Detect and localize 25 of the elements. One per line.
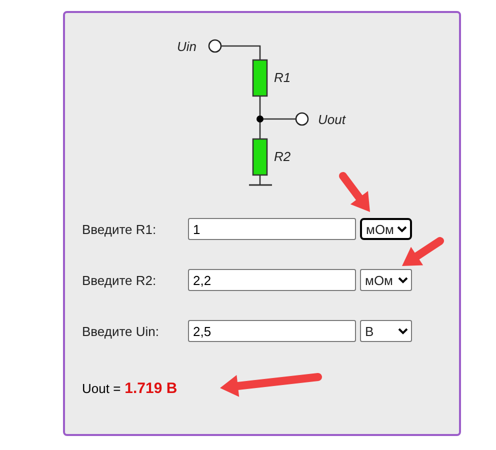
schematic-label: R2 — [274, 149, 291, 164]
input-field[interactable]: 2,2 — [188, 269, 356, 291]
annotation-arrow — [402, 237, 444, 266]
resistor — [252, 59, 268, 97]
schematic-label: Uin — [177, 39, 197, 54]
unit-select[interactable]: мОм — [360, 269, 412, 291]
field-label: Введите Uin: — [82, 324, 160, 338]
schematic-label: R1 — [274, 70, 291, 85]
field-label: Введите R1: — [82, 222, 158, 236]
junction-dot — [256, 116, 264, 122]
chevron-down-icon — [398, 276, 408, 284]
field-label: Введите R2: — [82, 272, 158, 288]
unit-select[interactable]: мОм — [360, 218, 412, 240]
result-label: Uout = — [82, 381, 121, 396]
input-field[interactable]: 2,5 — [188, 320, 356, 342]
annotation-arrow — [339, 172, 370, 212]
input-field[interactable]: 1 — [188, 218, 356, 240]
output-terminal — [295, 112, 309, 126]
resistor — [252, 138, 268, 176]
unit-select[interactable]: В — [360, 320, 412, 342]
result-value: 1.719 В — [124, 380, 178, 397]
chevron-down-icon — [398, 328, 408, 334]
schematic-label: Uout — [318, 112, 346, 127]
input-terminal — [208, 39, 222, 53]
chevron-down-icon — [397, 226, 407, 232]
